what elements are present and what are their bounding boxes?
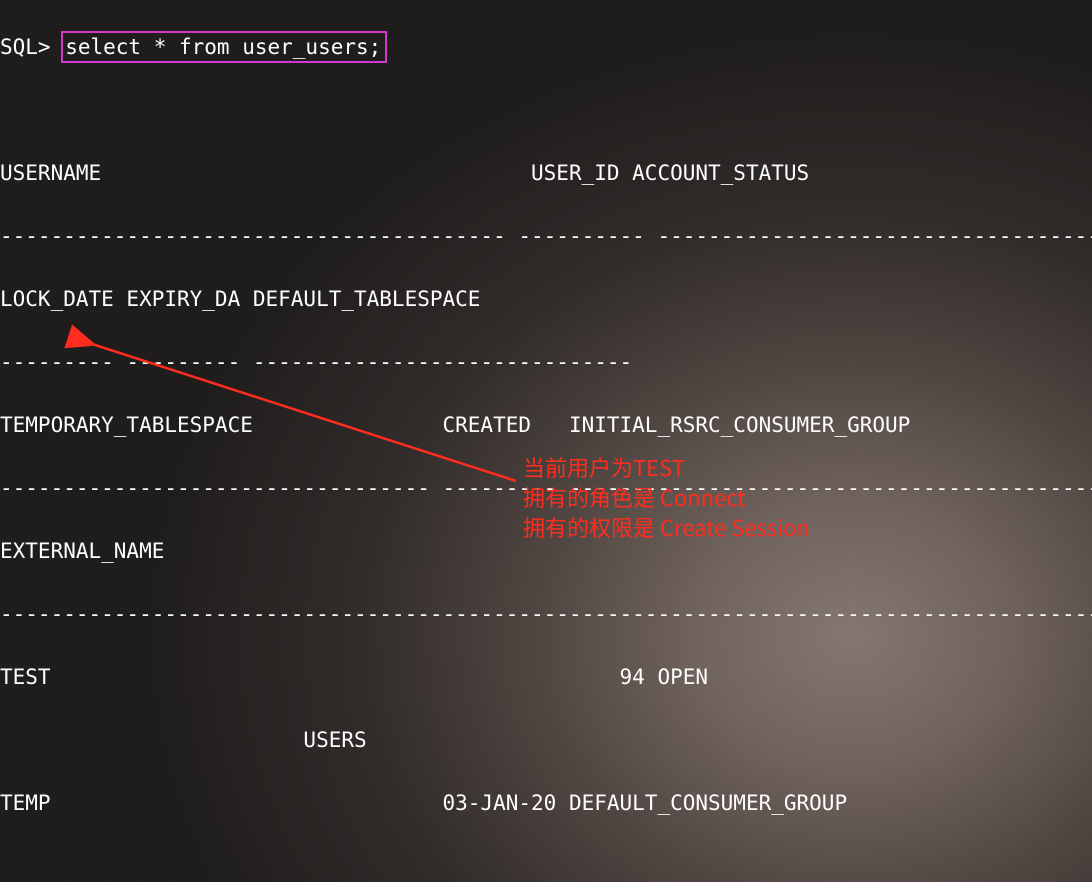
blank-line <box>0 851 1092 882</box>
annotation-line-3: 拥有的权限是 Create Session <box>523 512 810 542</box>
sep-username: ----------------------------------------… <box>0 221 1092 253</box>
blank-line <box>0 95 1092 127</box>
header-temptbs: TEMPORARY_TABLESPACE CREATED INITIAL_RSR… <box>0 410 1092 442</box>
data-row-users: USERS <box>0 725 1092 757</box>
highlight-box-q1: select * from user_users; <box>61 31 387 63</box>
data-row-temp: TEMP 03-JAN-20 DEFAULT_CONSUMER_GROUP <box>0 788 1092 820</box>
sql-prompt: SQL> <box>0 35 63 59</box>
annotation-text: 当前用户为TEST 拥有的角色是 Connect 拥有的权限是 Create S… <box>523 452 810 542</box>
data-row-test: TEST 94 OPEN <box>0 662 1092 694</box>
header-username: USERNAME USER_ID ACCOUNT_STATUS <box>0 158 1092 190</box>
sep-external: ----------------------------------------… <box>0 599 1092 631</box>
terminal-output: SQL> select * from user_users; USERNAME … <box>0 0 1092 882</box>
header-lockdate: LOCK_DATE EXPIRY_DA DEFAULT_TABLESPACE <box>0 284 1092 316</box>
sep-lockdate: --------- --------- --------------------… <box>0 347 1092 379</box>
query-1: select * from user_users; <box>65 35 381 59</box>
prompt-line-1: SQL> select * from user_users; <box>0 32 1092 64</box>
annotation-line-2: 拥有的角色是 Connect <box>523 482 810 512</box>
annotation-line-1: 当前用户为TEST <box>523 452 810 482</box>
